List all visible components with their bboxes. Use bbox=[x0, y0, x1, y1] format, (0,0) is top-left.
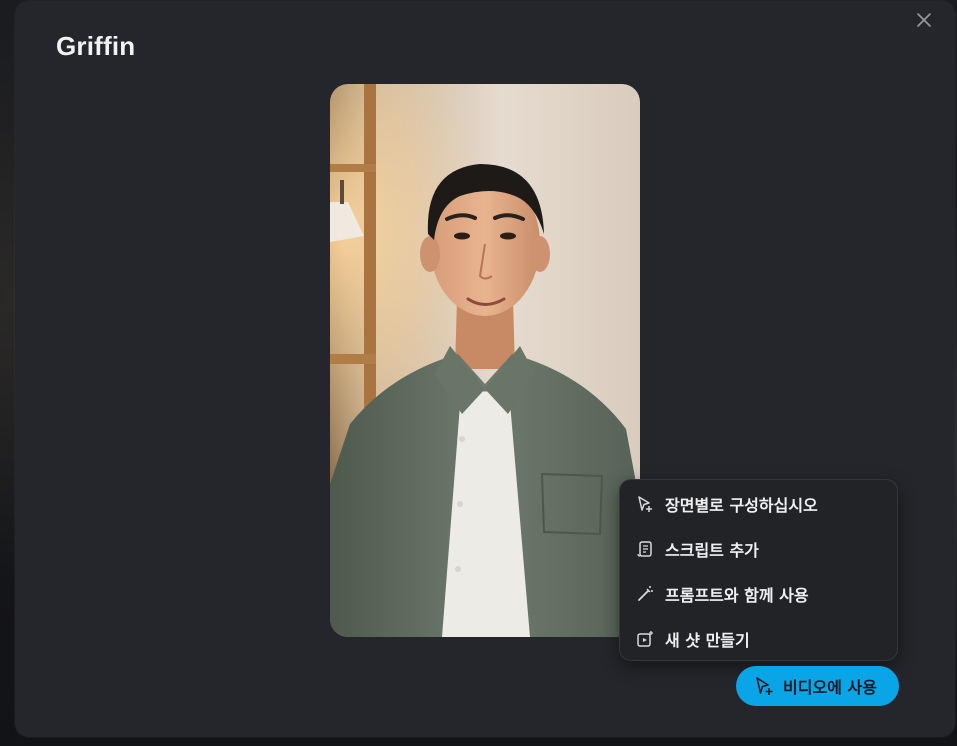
close-icon bbox=[917, 13, 931, 27]
use-in-video-label: 비디오에 사용 bbox=[783, 678, 877, 697]
avatar-portrait bbox=[330, 84, 640, 637]
menu-item-label: 프롬프트와 함께 사용 bbox=[665, 586, 809, 605]
menu-item-create-new-shot[interactable]: 새 샷 만들기 bbox=[620, 617, 897, 661]
menu-item-label: 스크립트 추가 bbox=[665, 541, 759, 560]
actions-menu: 장면별로 구성하십시오 스크립트 추가 프롬프트와 함께 사용 새 샷 만들기 bbox=[619, 479, 898, 661]
menu-item-add-script[interactable]: 스크립트 추가 bbox=[620, 527, 897, 571]
menu-item-label: 새 샷 만들기 bbox=[665, 631, 750, 650]
menu-item-organize-by-scene[interactable]: 장면별로 구성하십시오 bbox=[620, 482, 897, 526]
menu-item-use-with-prompt[interactable]: 프롬프트와 함께 사용 bbox=[620, 572, 897, 616]
close-button[interactable] bbox=[913, 9, 935, 31]
dialog-title: Griffin bbox=[56, 31, 136, 61]
cursor-plus-icon bbox=[635, 494, 655, 514]
magic-wand-icon bbox=[635, 584, 655, 604]
script-icon bbox=[635, 539, 655, 559]
menu-item-label: 장면별로 구성하십시오 bbox=[665, 496, 818, 515]
cursor-plus-icon bbox=[753, 675, 775, 697]
new-shot-icon bbox=[635, 629, 655, 649]
use-in-video-button[interactable]: 비디오에 사용 bbox=[736, 666, 899, 706]
